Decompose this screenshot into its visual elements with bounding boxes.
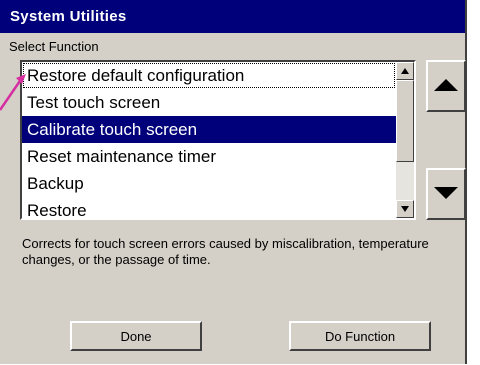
- list-scrollbar[interactable]: [396, 62, 414, 218]
- callout-pointer: [0, 74, 26, 111]
- triangle-down-icon: [434, 187, 458, 199]
- done-button[interactable]: Done: [70, 321, 202, 351]
- list-item-restore-default-configuration[interactable]: Restore default configuration: [22, 62, 396, 89]
- triangle-up-icon: [434, 79, 458, 91]
- list-item-test-touch-screen[interactable]: Test touch screen: [22, 89, 396, 116]
- scrollbar-down-button[interactable]: [396, 200, 414, 218]
- triangle-down-icon: [401, 206, 409, 212]
- scrollbar-up-button[interactable]: [396, 62, 414, 80]
- list-item-backup[interactable]: Backup: [22, 170, 396, 197]
- system-utilities-dialog: System Utilities Select Function Restore…: [0, 0, 467, 364]
- list-item-reset-maintenance-timer[interactable]: Reset maintenance timer: [22, 143, 396, 170]
- function-description: Corrects for touch screen errors caused …: [22, 236, 429, 267]
- list-item-calibrate-touch-screen[interactable]: Calibrate touch screen: [22, 116, 396, 143]
- page-down-button[interactable]: [426, 168, 466, 220]
- select-function-label: Select Function: [9, 39, 99, 54]
- function-list[interactable]: Restore default configuration Test touch…: [20, 60, 416, 220]
- title-bar: System Utilities: [0, 0, 465, 33]
- do-function-button[interactable]: Do Function: [289, 321, 431, 351]
- list-item-restore[interactable]: Restore: [22, 197, 396, 218]
- scrollbar-thumb[interactable]: [396, 80, 414, 162]
- triangle-up-icon: [401, 68, 409, 74]
- page-up-button[interactable]: [426, 60, 466, 112]
- function-list-items: Restore default configuration Test touch…: [22, 62, 396, 218]
